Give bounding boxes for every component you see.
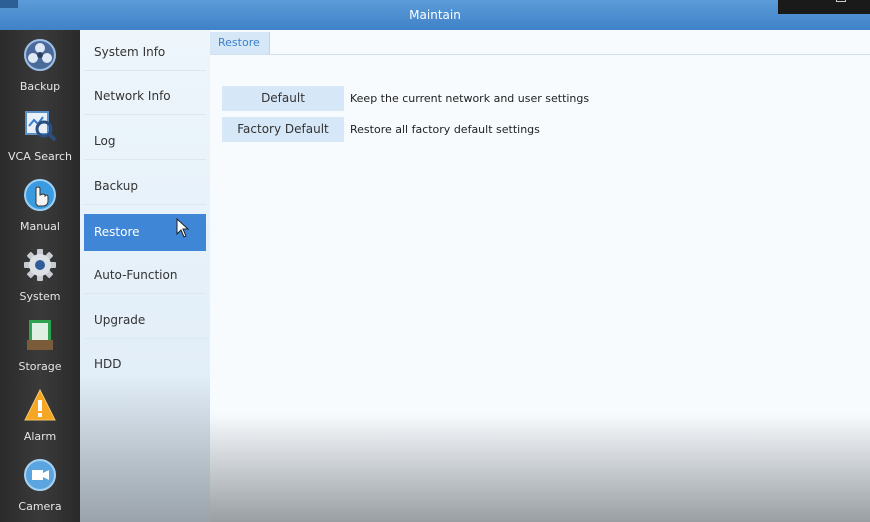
camera-icon (24, 459, 56, 491)
rail-label: Manual (20, 220, 60, 233)
factory-default-button[interactable]: Factory Default (222, 117, 344, 142)
rail-item-vca-search[interactable]: VCA Search (0, 100, 80, 170)
window-title: Maintain (409, 8, 461, 22)
menu-item-restore[interactable]: Restore (84, 214, 206, 251)
manual-hand-icon (24, 179, 56, 211)
rail-item-manual[interactable]: Manual (0, 170, 80, 240)
title-bar: Maintain (0, 0, 870, 30)
tab-divider (210, 54, 870, 55)
rail-item-system[interactable]: System (0, 240, 80, 310)
rail-label: Alarm (23, 430, 57, 443)
default-description: Keep the current network and user settin… (350, 92, 590, 105)
menu-item-auto-function[interactable]: Auto-Function (84, 257, 206, 294)
default-button[interactable]: Default (222, 86, 344, 111)
tab-restore[interactable]: Restore (210, 32, 270, 54)
menu-item-hdd[interactable]: HDD (84, 346, 206, 383)
mouse-pointer-icon (176, 218, 190, 238)
rail-label: Camera (18, 500, 62, 513)
rail-item-backup[interactable]: Backup (0, 30, 80, 100)
rail-label: Storage (18, 360, 62, 373)
menu-item-log[interactable]: Log (84, 123, 206, 160)
rail-label: System (19, 290, 61, 303)
rail-item-alarm[interactable]: Alarm (0, 380, 80, 450)
menu-item-backup[interactable]: Backup (84, 168, 206, 205)
restore-panel: Restore Default Keep the current network… (210, 30, 870, 522)
alarm-warning-icon (24, 388, 56, 421)
vca-search-icon (25, 111, 57, 142)
factory-default-description: Restore all factory default settings (350, 123, 540, 136)
menu-item-network-info[interactable]: Network Info (84, 78, 206, 115)
minimize-icon[interactable] (836, 0, 846, 2)
storage-icon (27, 320, 53, 350)
backup-icon (24, 39, 56, 71)
gear-icon (24, 249, 56, 281)
rail-item-storage[interactable]: Storage (0, 310, 80, 380)
title-bar-corner (0, 0, 18, 8)
menu-item-system-info[interactable]: System Info (84, 34, 206, 71)
maintain-menu: System Info Network Info Log Backup Rest… (80, 30, 210, 522)
menu-item-upgrade[interactable]: Upgrade (84, 302, 206, 339)
menu-item-label: Restore (94, 225, 140, 239)
rail-label: VCA Search (7, 150, 73, 163)
window-controls (778, 0, 870, 14)
rail-item-camera[interactable]: Camera (0, 450, 80, 520)
rail-label: Backup (19, 80, 61, 93)
icon-rail: Backup VCA Search Manual System Storage … (0, 30, 80, 522)
